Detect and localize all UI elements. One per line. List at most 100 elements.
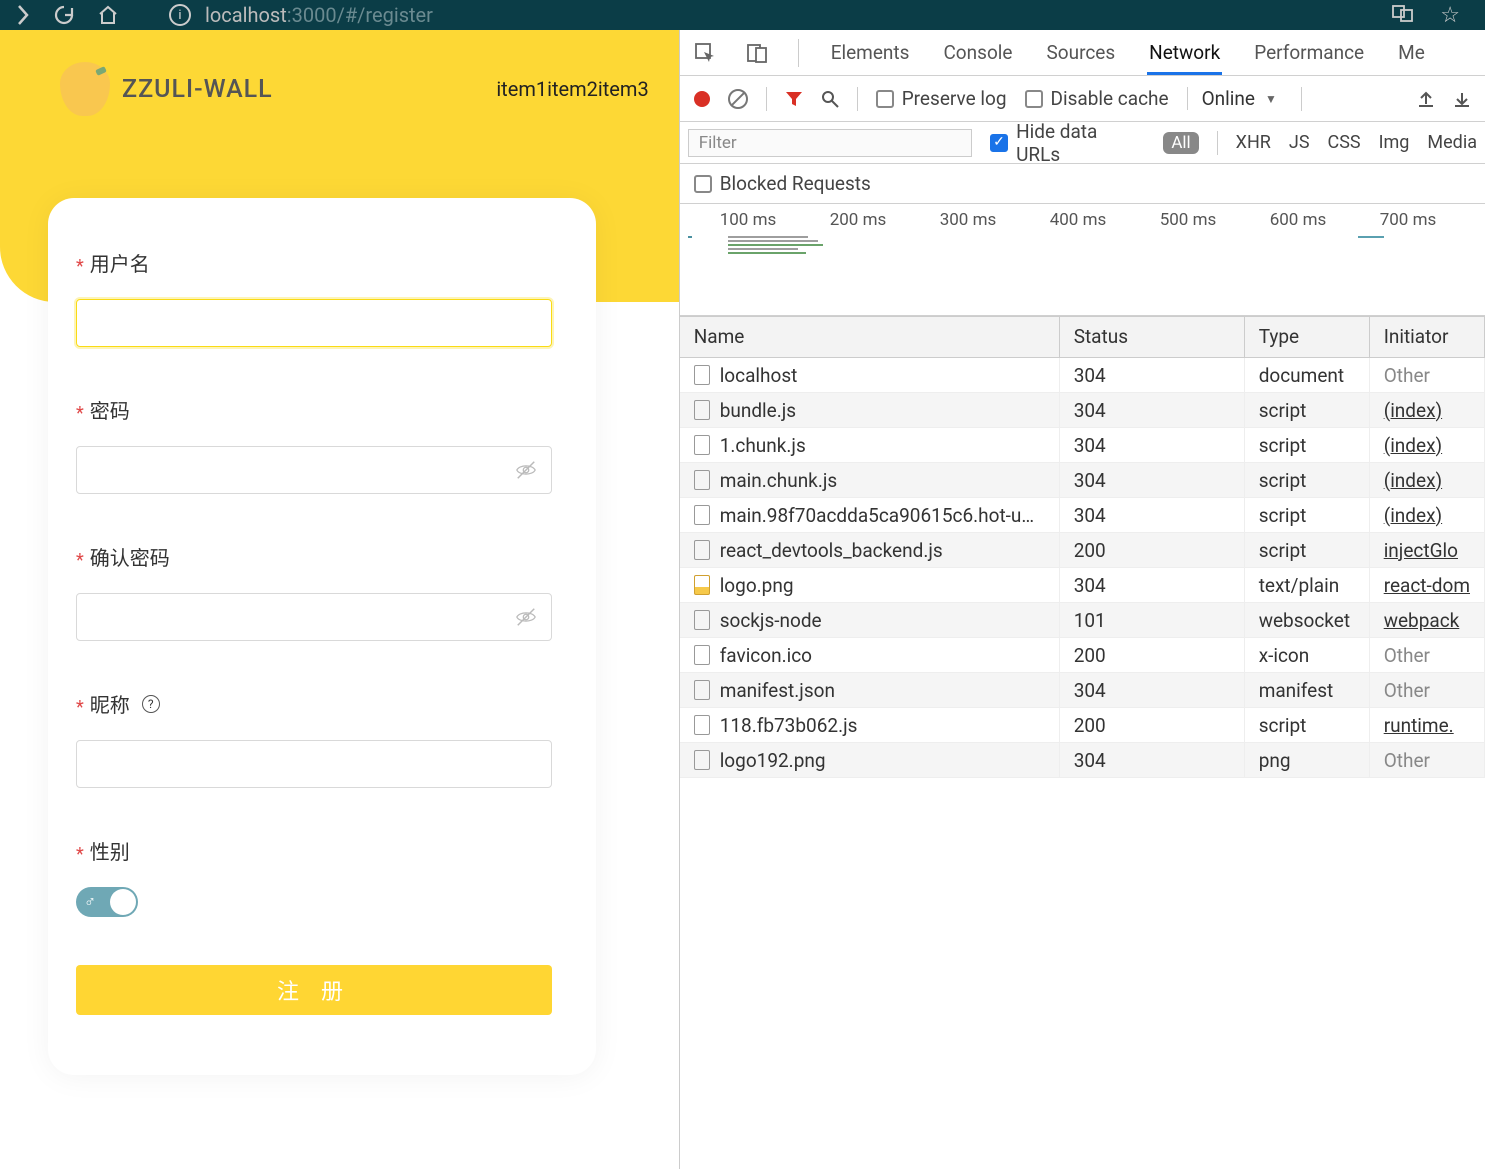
eye-off-icon[interactable] bbox=[515, 606, 537, 628]
table-row[interactable]: localhost304documentOther bbox=[680, 358, 1485, 393]
record-button[interactable] bbox=[694, 91, 710, 107]
request-initiator[interactable]: (index) bbox=[1384, 469, 1442, 492]
col-initiator[interactable]: Initiator bbox=[1370, 317, 1485, 357]
filter-js[interactable]: JS bbox=[1289, 132, 1310, 153]
clear-button[interactable] bbox=[728, 89, 748, 109]
request-name: main.98f70acdda5ca90615c6.hot-u… bbox=[720, 504, 1034, 527]
request-initiator[interactable]: (index) bbox=[1384, 434, 1442, 457]
blocked-requests-checkbox[interactable]: Blocked Requests bbox=[694, 172, 871, 195]
site-info-icon[interactable]: i bbox=[169, 4, 191, 26]
help-icon[interactable]: ? bbox=[142, 695, 160, 713]
upload-icon[interactable] bbox=[1417, 90, 1435, 108]
filter-bar: Filter Hide data URLs All XHR JS CSS Img… bbox=[680, 122, 1485, 164]
request-name: localhost bbox=[720, 364, 798, 387]
request-status: 200 bbox=[1060, 708, 1245, 742]
table-row[interactable]: favicon.ico200x-iconOther bbox=[680, 638, 1485, 673]
label-gender: 性别 bbox=[90, 836, 130, 865]
forward-icon[interactable] bbox=[15, 4, 31, 26]
request-status: 304 bbox=[1060, 393, 1245, 427]
filter-all[interactable]: All bbox=[1163, 132, 1198, 154]
tab-performance[interactable]: Performance bbox=[1252, 31, 1366, 74]
request-initiator: Other bbox=[1384, 644, 1430, 667]
filter-input[interactable]: Filter bbox=[688, 129, 972, 157]
request-type: script bbox=[1245, 708, 1370, 742]
filter-media[interactable]: Media bbox=[1427, 132, 1477, 153]
col-status[interactable]: Status bbox=[1060, 317, 1245, 357]
table-row[interactable]: 118.fb73b062.js 200script runtime. bbox=[680, 708, 1485, 743]
request-type: manifest bbox=[1245, 673, 1370, 707]
request-type: text/plain bbox=[1245, 568, 1370, 602]
col-name[interactable]: Name bbox=[680, 317, 1060, 357]
throttle-select[interactable]: Online ▼ bbox=[1187, 87, 1277, 110]
app-logo[interactable] bbox=[60, 62, 110, 116]
request-initiator[interactable]: injectGlo bbox=[1384, 539, 1458, 562]
eye-off-icon[interactable] bbox=[515, 459, 537, 481]
request-name: 1.chunk.js bbox=[720, 434, 806, 457]
request-name: logo192.png bbox=[720, 749, 826, 772]
request-status: 304 bbox=[1060, 568, 1245, 602]
confirm-password-input[interactable] bbox=[76, 593, 552, 641]
timeline-tick: 600 ms bbox=[1270, 210, 1327, 230]
table-row[interactable]: manifest.json304manifestOther bbox=[680, 673, 1485, 708]
nickname-input[interactable] bbox=[76, 740, 552, 788]
url-bar[interactable]: localhost:3000/#/register bbox=[205, 3, 433, 27]
request-initiator[interactable]: webpack bbox=[1384, 609, 1460, 632]
hide-data-urls-checkbox[interactable]: Hide data URLs bbox=[990, 120, 1145, 166]
filter-img[interactable]: Img bbox=[1379, 132, 1410, 153]
download-icon[interactable] bbox=[1453, 90, 1471, 108]
timeline-tick: 400 ms bbox=[1050, 210, 1107, 230]
file-icon bbox=[694, 610, 710, 630]
table-row[interactable]: react_devtools_backend.js200scriptinject… bbox=[680, 533, 1485, 568]
file-icon bbox=[694, 575, 710, 595]
male-icon: ♂ bbox=[84, 892, 96, 912]
request-name: logo.png bbox=[720, 574, 794, 597]
table-row[interactable]: bundle.js304script(index) bbox=[680, 393, 1485, 428]
request-name: 118.fb73b062.js bbox=[720, 714, 858, 737]
request-initiator[interactable]: runtime. bbox=[1384, 714, 1454, 737]
request-initiator[interactable]: (index) bbox=[1384, 504, 1442, 527]
filter-xhr[interactable]: XHR bbox=[1236, 132, 1271, 153]
request-initiator[interactable]: react-dom bbox=[1384, 574, 1470, 597]
search-icon[interactable] bbox=[821, 90, 839, 108]
filter-toggle-icon[interactable] bbox=[785, 90, 803, 108]
gender-toggle[interactable]: ♂ bbox=[76, 887, 138, 917]
preserve-log-checkbox[interactable]: Preserve log bbox=[876, 87, 1007, 110]
filter-css[interactable]: CSS bbox=[1328, 132, 1361, 153]
webpage: ZZULI-WALL item1item2item3 *用户名 *密码 *确认密… bbox=[0, 30, 679, 1169]
register-form: *用户名 *密码 *确认密码 bbox=[48, 198, 596, 1075]
label-username: 用户名 bbox=[90, 248, 150, 277]
tab-more[interactable]: Me bbox=[1396, 31, 1427, 74]
request-type: x-icon bbox=[1245, 638, 1370, 672]
password-input[interactable] bbox=[76, 446, 552, 494]
network-timeline[interactable]: 100 ms200 ms300 ms400 ms500 ms600 ms700 … bbox=[680, 204, 1485, 316]
reload-icon[interactable] bbox=[53, 4, 75, 26]
tab-elements[interactable]: Elements bbox=[829, 31, 912, 74]
col-type[interactable]: Type bbox=[1245, 317, 1370, 357]
home-icon[interactable] bbox=[97, 4, 119, 26]
table-row[interactable]: 1.chunk.js304script(index) bbox=[680, 428, 1485, 463]
bookmark-icon[interactable]: ☆ bbox=[1440, 3, 1460, 28]
table-row[interactable]: main.chunk.js304script(index) bbox=[680, 463, 1485, 498]
register-button[interactable]: 注 册 bbox=[76, 965, 552, 1015]
tab-sources[interactable]: Sources bbox=[1044, 31, 1117, 74]
tab-console[interactable]: Console bbox=[941, 31, 1014, 74]
request-type: document bbox=[1245, 358, 1370, 392]
table-row[interactable]: logo192.png304pngOther bbox=[680, 743, 1485, 778]
device-toggle-icon[interactable] bbox=[746, 42, 768, 64]
disable-cache-checkbox[interactable]: Disable cache bbox=[1025, 87, 1169, 110]
request-initiator: Other bbox=[1384, 679, 1430, 702]
nav-items[interactable]: item1item2item3 bbox=[496, 77, 648, 101]
request-type: websocket bbox=[1245, 603, 1370, 637]
request-status: 200 bbox=[1060, 638, 1245, 672]
tab-network[interactable]: Network bbox=[1147, 31, 1222, 75]
request-initiator[interactable]: (index) bbox=[1384, 399, 1442, 422]
timeline-tick: 300 ms bbox=[940, 210, 997, 230]
translate-icon[interactable] bbox=[1392, 3, 1414, 28]
inspect-icon[interactable] bbox=[694, 42, 716, 64]
username-input[interactable] bbox=[76, 299, 552, 347]
request-initiator: Other bbox=[1384, 364, 1430, 387]
table-row[interactable]: main.98f70acdda5ca90615c6.hot-u…304scrip… bbox=[680, 498, 1485, 533]
request-type: png bbox=[1245, 743, 1370, 777]
table-row[interactable]: sockjs-node101websocketwebpack bbox=[680, 603, 1485, 638]
table-row[interactable]: logo.png 304text/plain react-dom bbox=[680, 568, 1485, 603]
